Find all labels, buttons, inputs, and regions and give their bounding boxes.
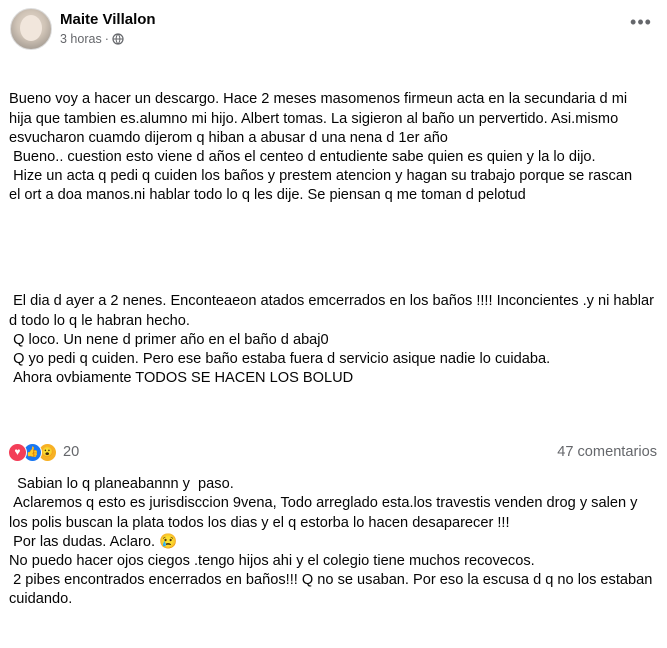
more-options-button[interactable]: ••• [627,13,655,36]
post-paragraph-1: Bueno voy a hacer un descargo. Hace 2 me… [9,91,633,204]
avatar[interactable] [10,8,52,50]
post-header: Maite Villalon 3 horas · [10,8,156,50]
reaction-count[interactable]: 20 [63,444,79,460]
post-subline: 3 horas · [60,31,156,47]
post-footer: ♥ 👍 😮 20 47 comentarios [8,441,657,463]
meta-separator: · [104,32,109,46]
reactions-summary[interactable]: ♥ 👍 😮 20 [8,442,79,462]
author-name[interactable]: Maite Villalon [60,11,156,29]
facebook-post: Maite Villalon 3 horas · ••• Bueno voy a… [0,0,667,607]
love-reaction-icon: ♥ [8,442,27,462]
post-time[interactable]: 3 horas [60,31,102,47]
post-body: Bueno voy a hacer un descargo. Hace 2 me… [9,52,659,648]
post-paragraph-3: Sabian lo q planeabannn y paso. Aclaremo… [9,476,653,608]
post-paragraph-2: El dia d ayer a 2 nenes. Enconteaeon ata… [9,293,654,387]
post-meta: Maite Villalon 3 horas · [60,11,156,47]
friends-globe-icon [112,33,124,45]
comments-count-link[interactable]: 47 comentarios [557,444,657,460]
more-horizontal-icon: ••• [630,12,652,32]
